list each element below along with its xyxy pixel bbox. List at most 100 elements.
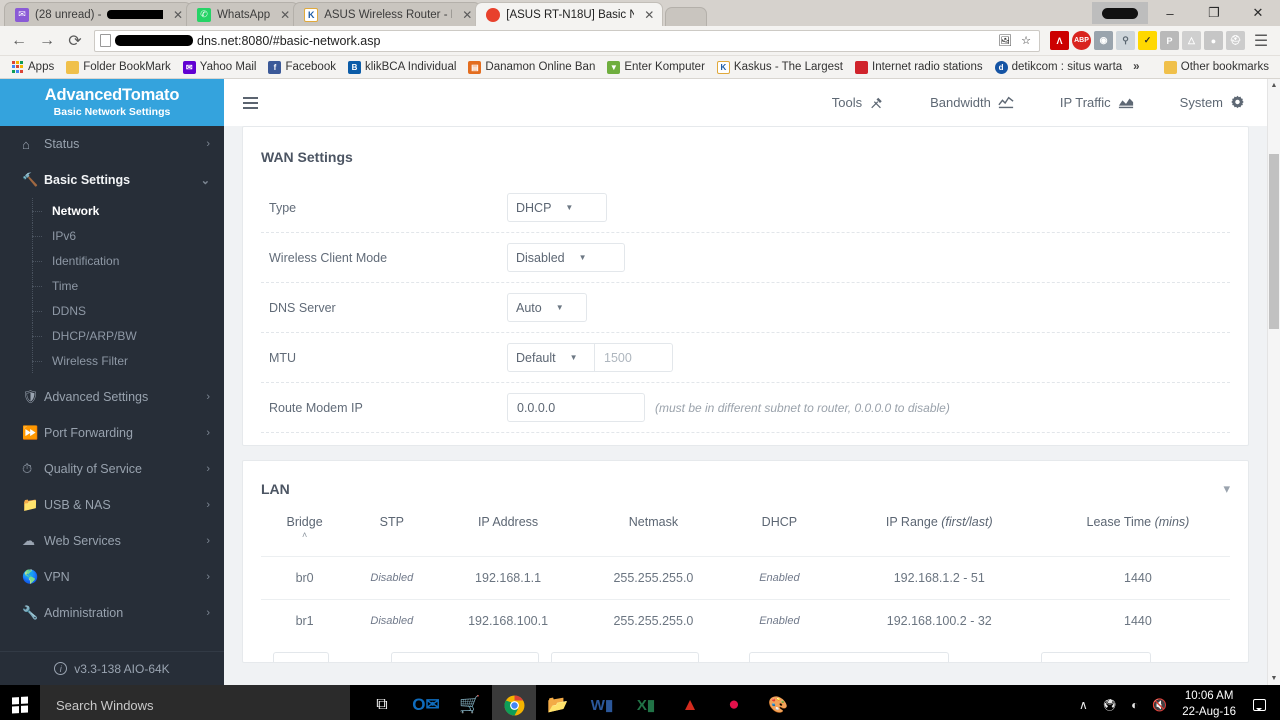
file-explorer-icon[interactable]: 📂: [536, 685, 580, 720]
star-icon[interactable]: ☆: [1018, 33, 1034, 49]
wan-type-select[interactable]: DHCP ▼: [507, 193, 607, 222]
clock[interactable]: 10:06 AM 22-Aug-16: [1174, 689, 1244, 720]
bookmark-klikbca[interactable]: B klikBCA Individual: [343, 59, 461, 76]
sidebar-item-administration[interactable]: 🔧 Administration ›: [0, 595, 224, 631]
excel-icon[interactable]: X▮: [624, 685, 668, 720]
outlook-icon[interactable]: O✉: [404, 685, 448, 720]
ghostery-extension[interactable]: ◉: [1094, 31, 1113, 50]
sidebar-item-time[interactable]: Time: [0, 273, 224, 298]
browser-tab-1[interactable]: ✆ WhatsApp ✕: [186, 2, 300, 26]
close-icon[interactable]: ✕: [280, 8, 290, 22]
dns-server-select[interactable]: Auto ▼: [507, 293, 587, 322]
close-icon[interactable]: ✕: [462, 8, 472, 22]
sidebar-item-advanced-settings[interactable]: 🛡 Advanced Settings ›: [0, 379, 224, 415]
column-header-lease-time[interactable]: Lease Time (mins): [1046, 507, 1230, 557]
bookmark-enter-komputer[interactable]: ▼ Enter Komputer: [602, 59, 710, 76]
sidebar-item-basic-settings[interactable]: 🔨 Basic Settings ⌄: [0, 162, 224, 198]
column-header-netmask[interactable]: Netmask: [581, 507, 726, 557]
paint-icon[interactable]: 🎨: [756, 685, 800, 720]
bookmark-yahoo-mail[interactable]: ✉ Yahoo Mail: [178, 59, 262, 76]
new-ip-address-input[interactable]: [391, 652, 539, 662]
bookmark-folder-bookmark[interactable]: Folder BookMark: [61, 59, 176, 76]
column-header-dhcp[interactable]: DHCP: [726, 507, 833, 557]
mtu-mode-select[interactable]: Default ▼: [507, 343, 595, 372]
scroll-up-icon[interactable]: ▲: [1268, 79, 1280, 92]
bookmark-other-bookmarks[interactable]: Other bookmarks: [1159, 59, 1274, 76]
scroll-down-icon[interactable]: ▼: [1268, 672, 1280, 685]
bookmark-apps[interactable]: Apps: [6, 59, 59, 76]
action-center-icon[interactable]: [1244, 699, 1274, 711]
table-row[interactable]: br0 Disabled 192.168.1.1 255.255.255.0 E…: [261, 556, 1230, 600]
back-icon[interactable]: ←: [6, 28, 32, 54]
adobe-acrobat-extension[interactable]: Λ: [1050, 31, 1069, 50]
close-icon[interactable]: ✕: [644, 8, 654, 22]
word-icon[interactable]: W▮: [580, 685, 624, 720]
forward-icon[interactable]: →: [34, 28, 60, 54]
sidebar-item-web-services[interactable]: ☁ Web Services ›: [0, 523, 224, 559]
chrome-icon[interactable]: [492, 685, 536, 720]
chrome-menu-icon[interactable]: ☰: [1248, 28, 1274, 54]
search-extension[interactable]: ⚲: [1116, 31, 1135, 50]
sidebar-item-network[interactable]: Network: [0, 198, 224, 223]
pocket-extension[interactable]: P: [1160, 31, 1179, 50]
browser-tab-2[interactable]: K ASUS Wireless Router - Pa ✕: [293, 2, 482, 26]
adblock-plus-extension[interactable]: ABP: [1072, 31, 1091, 50]
close-window-button[interactable]: ✕: [1236, 0, 1280, 26]
wireless-client-mode-select[interactable]: Disabled ▼: [507, 243, 625, 272]
sidebar-item-quality-of-service[interactable]: ⏱ Quality of Service ›: [0, 451, 224, 487]
top-nav-system[interactable]: System: [1180, 95, 1245, 110]
bookmark-kaskus[interactable]: K Kaskus - The Largest: [712, 59, 848, 76]
browser-tab-3[interactable]: [ASUS RT-N18U] Basic Ne ✕: [475, 2, 664, 26]
address-bar[interactable]: dns.net:8080/#basic-network.asp 🖼 ☆: [94, 29, 1040, 52]
sidebar-item-identification[interactable]: Identification: [0, 248, 224, 273]
windows-start-icon[interactable]: [0, 685, 40, 720]
minimize-button[interactable]: –: [1148, 0, 1192, 26]
column-header-ip-address[interactable]: IP Address: [435, 507, 580, 557]
new-bridge-select[interactable]: [273, 652, 329, 662]
globe-extension[interactable]: ●: [1204, 31, 1223, 50]
new-lease-time-input[interactable]: [1041, 652, 1151, 662]
column-header-stp[interactable]: STP: [348, 507, 435, 557]
top-nav-bandwidth[interactable]: Bandwidth: [930, 95, 1014, 110]
sidebar-item-usb-and-nas[interactable]: 📁 USB & NAS ›: [0, 487, 224, 523]
bookmark-internet-radio[interactable]: Internet radio stations: [850, 59, 988, 76]
sidebar-item-status[interactable]: ⌂ Status ›: [0, 126, 224, 162]
bookmarks-overflow-button[interactable]: »: [1129, 61, 1143, 73]
top-nav-tools[interactable]: Tools: [832, 95, 884, 110]
google-drive-extension[interactable]: △: [1182, 31, 1201, 50]
chevron-down-icon[interactable]: ▾: [1223, 481, 1230, 497]
bookmark-facebook[interactable]: f Facebook: [263, 59, 341, 76]
sidebar-item-ddns[interactable]: DDNS: [0, 298, 224, 323]
column-header-ip-range[interactable]: IP Range (first/last): [833, 507, 1046, 557]
norton-safe-web-extension[interactable]: ✓: [1138, 31, 1157, 50]
scrollbar-thumb[interactable]: [1269, 154, 1279, 329]
route-modem-ip-input[interactable]: 0.0.0.0: [507, 393, 645, 422]
new-ip-range-input[interactable]: [749, 652, 949, 662]
table-row[interactable]: br1 Disabled 192.168.100.1 255.255.255.0…: [261, 599, 1230, 642]
menu-icon[interactable]: [243, 96, 258, 109]
opera-icon[interactable]: ●: [712, 685, 756, 720]
page-scrollbar[interactable]: ▲ ▼: [1267, 79, 1280, 685]
maximize-button[interactable]: ❐: [1192, 0, 1236, 26]
sidebar-item-ipv6[interactable]: IPv6: [0, 223, 224, 248]
bookmark-detikcom[interactable]: d detikcom : situs warta: [990, 59, 1128, 76]
top-nav-ip-traffic[interactable]: IP Traffic: [1060, 95, 1134, 110]
translate-icon[interactable]: 🖼: [997, 33, 1013, 49]
volume-muted-icon[interactable]: 🔇: [1145, 698, 1174, 712]
close-icon[interactable]: ✕: [173, 8, 183, 22]
sidebar-item-vpn[interactable]: 🌎 VPN ›: [0, 559, 224, 595]
new-netmask-input[interactable]: [551, 652, 699, 662]
new-tab-button[interactable]: [665, 7, 708, 26]
browser-tab-0[interactable]: ✉ (28 unread) - ✕: [4, 2, 193, 26]
store-icon[interactable]: 🛒: [448, 685, 492, 720]
sidebar-item-port-forwarding[interactable]: ⏩ Port Forwarding ›: [0, 415, 224, 451]
usb-tray-icon[interactable]: 🖲: [1095, 698, 1124, 712]
acrobat-icon[interactable]: ▲: [668, 685, 712, 720]
mtu-value-input[interactable]: 1500: [595, 343, 673, 372]
task-view-icon[interactable]: ⧉: [360, 685, 404, 720]
sidebar-item-wireless-filter[interactable]: Wireless Filter: [0, 348, 224, 373]
shield-extension[interactable]: ⛑: [1226, 31, 1245, 50]
column-header-bridge[interactable]: Bridge ˄: [261, 507, 348, 557]
wifi-tray-icon[interactable]: ◐: [1124, 698, 1145, 712]
bookmark-danamon[interactable]: ▤ Danamon Online Ban: [463, 59, 600, 76]
